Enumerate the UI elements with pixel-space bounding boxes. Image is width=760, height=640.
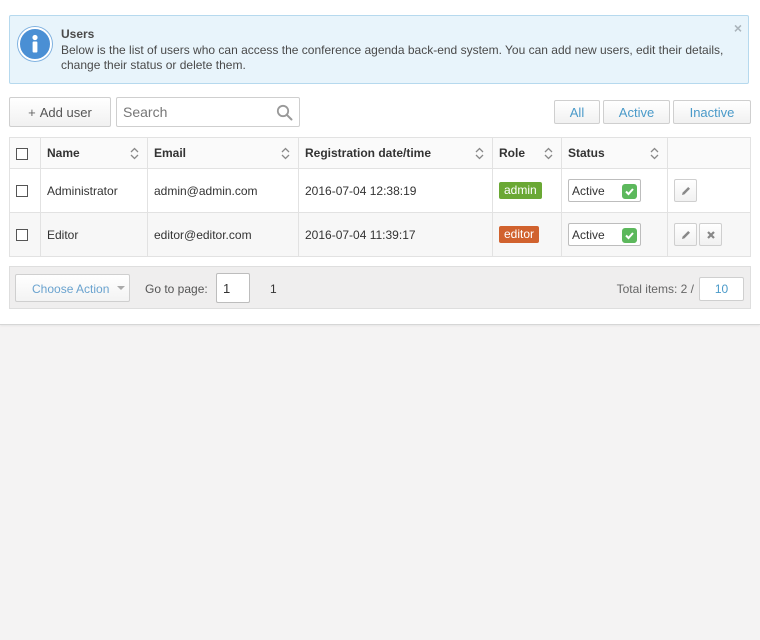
- header-select-all: [9, 137, 41, 169]
- row-checkbox[interactable]: [16, 229, 28, 242]
- user-name: Editor: [40, 212, 148, 257]
- page-link[interactable]: 1: [270, 282, 277, 296]
- table-row: Editor editor@editor.com 2016-07-04 11:3…: [9, 212, 751, 257]
- header-status[interactable]: Status: [561, 137, 668, 169]
- user-email: admin@admin.com: [147, 168, 299, 213]
- header-status-label: Status: [568, 146, 605, 160]
- search-box: [116, 97, 300, 127]
- header-email[interactable]: Email: [147, 137, 299, 169]
- filter-all-button[interactable]: All: [554, 100, 600, 124]
- checkmark-icon: [622, 184, 637, 199]
- actions-cell: [667, 168, 751, 213]
- add-user-button[interactable]: + Add user: [9, 97, 111, 127]
- header-role-label: Role: [499, 146, 526, 160]
- role-badge: admin: [499, 182, 542, 199]
- header-name[interactable]: Name: [40, 137, 148, 169]
- alert-title: Users: [61, 27, 95, 41]
- header-registration[interactable]: Registration date/time: [298, 137, 493, 169]
- header-role[interactable]: Role: [492, 137, 562, 169]
- per-page-button[interactable]: 10: [699, 277, 744, 301]
- status-value: Active: [572, 228, 605, 242]
- alert-text: Below is the list of users who can acces…: [61, 43, 724, 72]
- table-footer: Choose Action Go to page: 1 Total items:…: [9, 266, 751, 309]
- row-checkbox[interactable]: [16, 185, 28, 198]
- status-select[interactable]: Active: [568, 223, 641, 246]
- info-alert: Users Below is the list of users who can…: [9, 15, 749, 84]
- delete-icon: [707, 231, 715, 239]
- plus-icon: +: [28, 104, 36, 120]
- goto-page-input[interactable]: [216, 273, 250, 303]
- header-name-label: Name: [47, 146, 80, 160]
- header-actions: [667, 137, 751, 169]
- goto-page-label: Go to page:: [145, 282, 208, 296]
- role-cell: editor: [492, 212, 562, 257]
- pencil-icon: [682, 231, 690, 239]
- role-cell: admin: [492, 168, 562, 213]
- sort-icon: [544, 147, 553, 160]
- sort-icon: [281, 147, 290, 160]
- select-all-checkbox[interactable]: [16, 147, 28, 160]
- users-table: Name Email Registration date/time Role S…: [9, 137, 751, 257]
- row-select-cell: [9, 212, 41, 257]
- chevron-down-icon: [117, 286, 125, 290]
- header-registration-label: Registration date/time: [305, 146, 432, 160]
- sort-icon: [650, 147, 659, 160]
- status-value: Active: [572, 184, 605, 198]
- search-icon[interactable]: [276, 104, 293, 124]
- sort-icon: [130, 147, 139, 160]
- users-panel: Users Below is the list of users who can…: [0, 0, 760, 325]
- edit-button[interactable]: [674, 179, 697, 202]
- header-email-label: Email: [154, 146, 187, 160]
- choose-action-dropdown[interactable]: Choose Action: [15, 274, 130, 302]
- user-name: Administrator: [40, 168, 148, 213]
- choose-action-label: Choose Action: [32, 282, 110, 296]
- status-cell: Active: [561, 168, 668, 213]
- status-cell: Active: [561, 212, 668, 257]
- actions-cell: [667, 212, 751, 257]
- search-input[interactable]: [123, 103, 273, 121]
- delete-button[interactable]: [699, 223, 722, 246]
- table-row: Administrator admin@admin.com 2016-07-04…: [9, 168, 751, 213]
- user-registered: 2016-07-04 12:38:19: [298, 168, 493, 213]
- checkmark-icon: [622, 228, 637, 243]
- add-user-label: Add user: [39, 104, 92, 120]
- filter-active-button[interactable]: Active: [603, 100, 670, 124]
- close-icon[interactable]: ×: [734, 20, 742, 36]
- info-icon: [18, 27, 52, 61]
- user-email: editor@editor.com: [147, 212, 299, 257]
- user-registered: 2016-07-04 11:39:17: [298, 212, 493, 257]
- edit-button[interactable]: [674, 223, 697, 246]
- sort-icon: [475, 147, 484, 160]
- role-badge: editor: [499, 226, 540, 243]
- filter-inactive-button[interactable]: Inactive: [673, 100, 751, 124]
- table-header-row: Name Email Registration date/time Role S…: [9, 137, 751, 169]
- row-select-cell: [9, 168, 41, 213]
- total-items-label: Total items: 2 /: [616, 282, 694, 296]
- status-select[interactable]: Active: [568, 179, 641, 202]
- pencil-icon: [682, 187, 690, 195]
